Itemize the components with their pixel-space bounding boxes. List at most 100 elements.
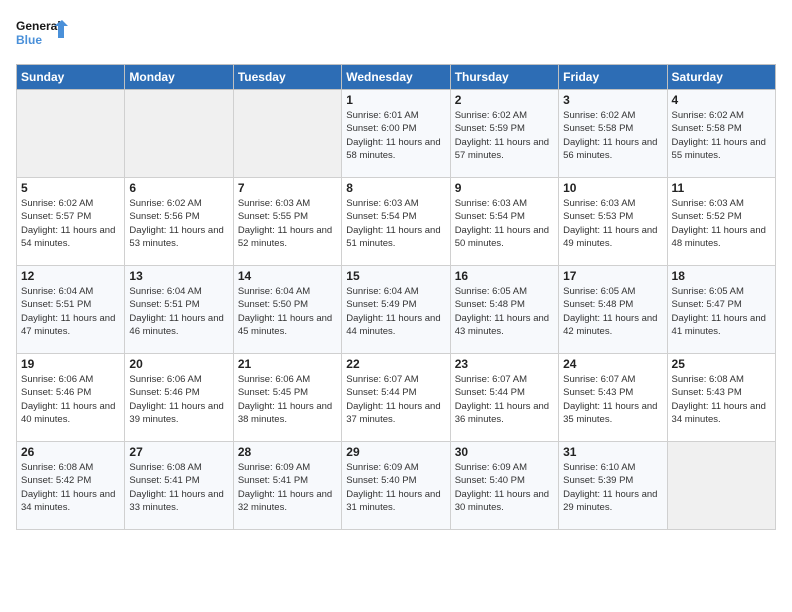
calendar-cell: 17 Sunrise: 6:05 AM Sunset: 5:48 PM Dayli… bbox=[559, 266, 667, 354]
day-number: 15 bbox=[346, 269, 445, 283]
calendar-cell: 23 Sunrise: 6:07 AM Sunset: 5:44 PM Dayli… bbox=[450, 354, 558, 442]
day-info: Sunrise: 6:08 AM Sunset: 5:41 PM Dayligh… bbox=[129, 461, 228, 514]
day-info: Sunrise: 6:03 AM Sunset: 5:55 PM Dayligh… bbox=[238, 197, 337, 250]
day-number: 18 bbox=[672, 269, 771, 283]
logo: General Blue bbox=[16, 16, 68, 58]
calendar-cell: 11 Sunrise: 6:03 AM Sunset: 5:52 PM Dayli… bbox=[667, 178, 775, 266]
calendar-cell: 12 Sunrise: 6:04 AM Sunset: 5:51 PM Dayli… bbox=[17, 266, 125, 354]
calendar-cell: 6Sunrise: 6:02 AM Sunset: 5:56 PM Daylig… bbox=[125, 178, 233, 266]
calendar-cell bbox=[233, 90, 341, 178]
day-number: 12 bbox=[21, 269, 120, 283]
day-number: 10 bbox=[563, 181, 662, 195]
day-number: 23 bbox=[455, 357, 554, 371]
day-number: 7 bbox=[238, 181, 337, 195]
calendar-cell: 22Sunrise: 6:07 AM Sunset: 5:44 PM Dayli… bbox=[342, 354, 450, 442]
day-number: 3 bbox=[563, 93, 662, 107]
day-number: 17 bbox=[563, 269, 662, 283]
day-info: Sunrise: 6:10 AM Sunset: 5:39 PM Dayligh… bbox=[563, 461, 662, 514]
day-number: 21 bbox=[238, 357, 337, 371]
day-info: Sunrise: 6:09 AM Sunset: 5:41 PM Dayligh… bbox=[238, 461, 337, 514]
day-number: 16 bbox=[455, 269, 554, 283]
day-info: Sunrise: 6:06 AM Sunset: 5:45 PM Dayligh… bbox=[238, 373, 337, 426]
day-header-friday: Friday bbox=[559, 65, 667, 90]
day-header-saturday: Saturday bbox=[667, 65, 775, 90]
calendar-cell: 29 Sunrise: 6:09 AM Sunset: 5:40 PM Dayli… bbox=[342, 442, 450, 530]
calendar-cell bbox=[17, 90, 125, 178]
calendar-table: SundayMondayTuesdayWednesdayThursdayFrid… bbox=[16, 64, 776, 530]
day-info: Sunrise: 6:04 AM Sunset: 5:50 PM Dayligh… bbox=[238, 285, 337, 338]
day-number: 5 bbox=[21, 181, 120, 195]
calendar-cell: 8Sunrise: 6:03 AM Sunset: 5:54 PM Daylig… bbox=[342, 178, 450, 266]
calendar-cell: 10 Sunrise: 6:03 AM Sunset: 5:53 PM Dayli… bbox=[559, 178, 667, 266]
calendar-cell: 26Sunrise: 6:08 AM Sunset: 5:42 PM Dayli… bbox=[17, 442, 125, 530]
day-number: 19 bbox=[21, 357, 120, 371]
logo-icon: General Blue bbox=[16, 16, 68, 58]
day-header-tuesday: Tuesday bbox=[233, 65, 341, 90]
calendar-cell: 16 Sunrise: 6:05 AM Sunset: 5:48 PM Dayli… bbox=[450, 266, 558, 354]
day-number: 24 bbox=[563, 357, 662, 371]
calendar-cell: 31 Sunrise: 6:10 AM Sunset: 5:39 PM Dayli… bbox=[559, 442, 667, 530]
day-info: Sunrise: 6:04 AM Sunset: 5:49 PM Dayligh… bbox=[346, 285, 445, 338]
day-number: 2 bbox=[455, 93, 554, 107]
calendar-cell: 20 Sunrise: 6:06 AM Sunset: 5:46 PM Dayli… bbox=[125, 354, 233, 442]
day-number: 30 bbox=[455, 445, 554, 459]
day-number: 29 bbox=[346, 445, 445, 459]
calendar-cell: 18 Sunrise: 6:05 AM Sunset: 5:47 PM Dayli… bbox=[667, 266, 775, 354]
day-header-thursday: Thursday bbox=[450, 65, 558, 90]
day-info: Sunrise: 6:09 AM Sunset: 5:40 PM Dayligh… bbox=[346, 461, 445, 514]
day-info: Sunrise: 6:07 AM Sunset: 5:43 PM Dayligh… bbox=[563, 373, 662, 426]
calendar-cell: 21 Sunrise: 6:06 AM Sunset: 5:45 PM Dayli… bbox=[233, 354, 341, 442]
day-info: Sunrise: 6:03 AM Sunset: 5:54 PM Dayligh… bbox=[455, 197, 554, 250]
day-number: 13 bbox=[129, 269, 228, 283]
calendar-cell: 24 Sunrise: 6:07 AM Sunset: 5:43 PM Dayli… bbox=[559, 354, 667, 442]
calendar-week-row: 1 Sunrise: 6:01 AM Sunset: 6:00 PM Daylig… bbox=[17, 90, 776, 178]
calendar-cell: 3Sunrise: 6:02 AM Sunset: 5:58 PM Daylig… bbox=[559, 90, 667, 178]
day-header-sunday: Sunday bbox=[17, 65, 125, 90]
day-info: Sunrise: 6:06 AM Sunset: 5:46 PM Dayligh… bbox=[129, 373, 228, 426]
day-info: Sunrise: 6:05 AM Sunset: 5:47 PM Dayligh… bbox=[672, 285, 771, 338]
day-number: 1 bbox=[346, 93, 445, 107]
calendar-cell: 13 Sunrise: 6:04 AM Sunset: 5:51 PM Dayli… bbox=[125, 266, 233, 354]
page-header: General Blue bbox=[16, 16, 776, 58]
calendar-cell bbox=[667, 442, 775, 530]
day-number: 25 bbox=[672, 357, 771, 371]
day-info: Sunrise: 6:05 AM Sunset: 5:48 PM Dayligh… bbox=[455, 285, 554, 338]
day-info: Sunrise: 6:08 AM Sunset: 5:43 PM Dayligh… bbox=[672, 373, 771, 426]
calendar-week-row: 19 Sunrise: 6:06 AM Sunset: 5:46 PM Dayli… bbox=[17, 354, 776, 442]
day-info: Sunrise: 6:02 AM Sunset: 5:56 PM Dayligh… bbox=[129, 197, 228, 250]
day-number: 14 bbox=[238, 269, 337, 283]
calendar-cell: 5Sunrise: 6:02 AM Sunset: 5:57 PM Daylig… bbox=[17, 178, 125, 266]
calendar-week-row: 12 Sunrise: 6:04 AM Sunset: 5:51 PM Dayli… bbox=[17, 266, 776, 354]
calendar-cell: 27 Sunrise: 6:08 AM Sunset: 5:41 PM Dayli… bbox=[125, 442, 233, 530]
svg-text:Blue: Blue bbox=[16, 33, 42, 47]
calendar-week-row: 26Sunrise: 6:08 AM Sunset: 5:42 PM Dayli… bbox=[17, 442, 776, 530]
day-info: Sunrise: 6:07 AM Sunset: 5:44 PM Dayligh… bbox=[346, 373, 445, 426]
day-info: Sunrise: 6:04 AM Sunset: 5:51 PM Dayligh… bbox=[129, 285, 228, 338]
day-number: 26 bbox=[21, 445, 120, 459]
calendar-cell: 7 Sunrise: 6:03 AM Sunset: 5:55 PM Daylig… bbox=[233, 178, 341, 266]
calendar-cell: 14 Sunrise: 6:04 AM Sunset: 5:50 PM Dayli… bbox=[233, 266, 341, 354]
calendar-cell: 2 Sunrise: 6:02 AM Sunset: 5:59 PM Daylig… bbox=[450, 90, 558, 178]
svg-text:General: General bbox=[16, 19, 61, 33]
calendar-cell: 30Sunrise: 6:09 AM Sunset: 5:40 PM Dayli… bbox=[450, 442, 558, 530]
day-number: 8 bbox=[346, 181, 445, 195]
calendar-cell: 19Sunrise: 6:06 AM Sunset: 5:46 PM Dayli… bbox=[17, 354, 125, 442]
day-info: Sunrise: 6:01 AM Sunset: 6:00 PM Dayligh… bbox=[346, 109, 445, 162]
day-info: Sunrise: 6:04 AM Sunset: 5:51 PM Dayligh… bbox=[21, 285, 120, 338]
day-info: Sunrise: 6:02 AM Sunset: 5:58 PM Dayligh… bbox=[672, 109, 771, 162]
day-info: Sunrise: 6:03 AM Sunset: 5:52 PM Dayligh… bbox=[672, 197, 771, 250]
day-info: Sunrise: 6:05 AM Sunset: 5:48 PM Dayligh… bbox=[563, 285, 662, 338]
calendar-header-row: SundayMondayTuesdayWednesdayThursdayFrid… bbox=[17, 65, 776, 90]
day-number: 27 bbox=[129, 445, 228, 459]
day-info: Sunrise: 6:02 AM Sunset: 5:59 PM Dayligh… bbox=[455, 109, 554, 162]
day-info: Sunrise: 6:03 AM Sunset: 5:53 PM Dayligh… bbox=[563, 197, 662, 250]
day-header-wednesday: Wednesday bbox=[342, 65, 450, 90]
calendar-cell: 25 Sunrise: 6:08 AM Sunset: 5:43 PM Dayli… bbox=[667, 354, 775, 442]
day-number: 31 bbox=[563, 445, 662, 459]
day-number: 11 bbox=[672, 181, 771, 195]
calendar-cell: 9Sunrise: 6:03 AM Sunset: 5:54 PM Daylig… bbox=[450, 178, 558, 266]
day-info: Sunrise: 6:07 AM Sunset: 5:44 PM Dayligh… bbox=[455, 373, 554, 426]
day-number: 20 bbox=[129, 357, 228, 371]
calendar-cell: 1 Sunrise: 6:01 AM Sunset: 6:00 PM Daylig… bbox=[342, 90, 450, 178]
calendar-week-row: 5Sunrise: 6:02 AM Sunset: 5:57 PM Daylig… bbox=[17, 178, 776, 266]
